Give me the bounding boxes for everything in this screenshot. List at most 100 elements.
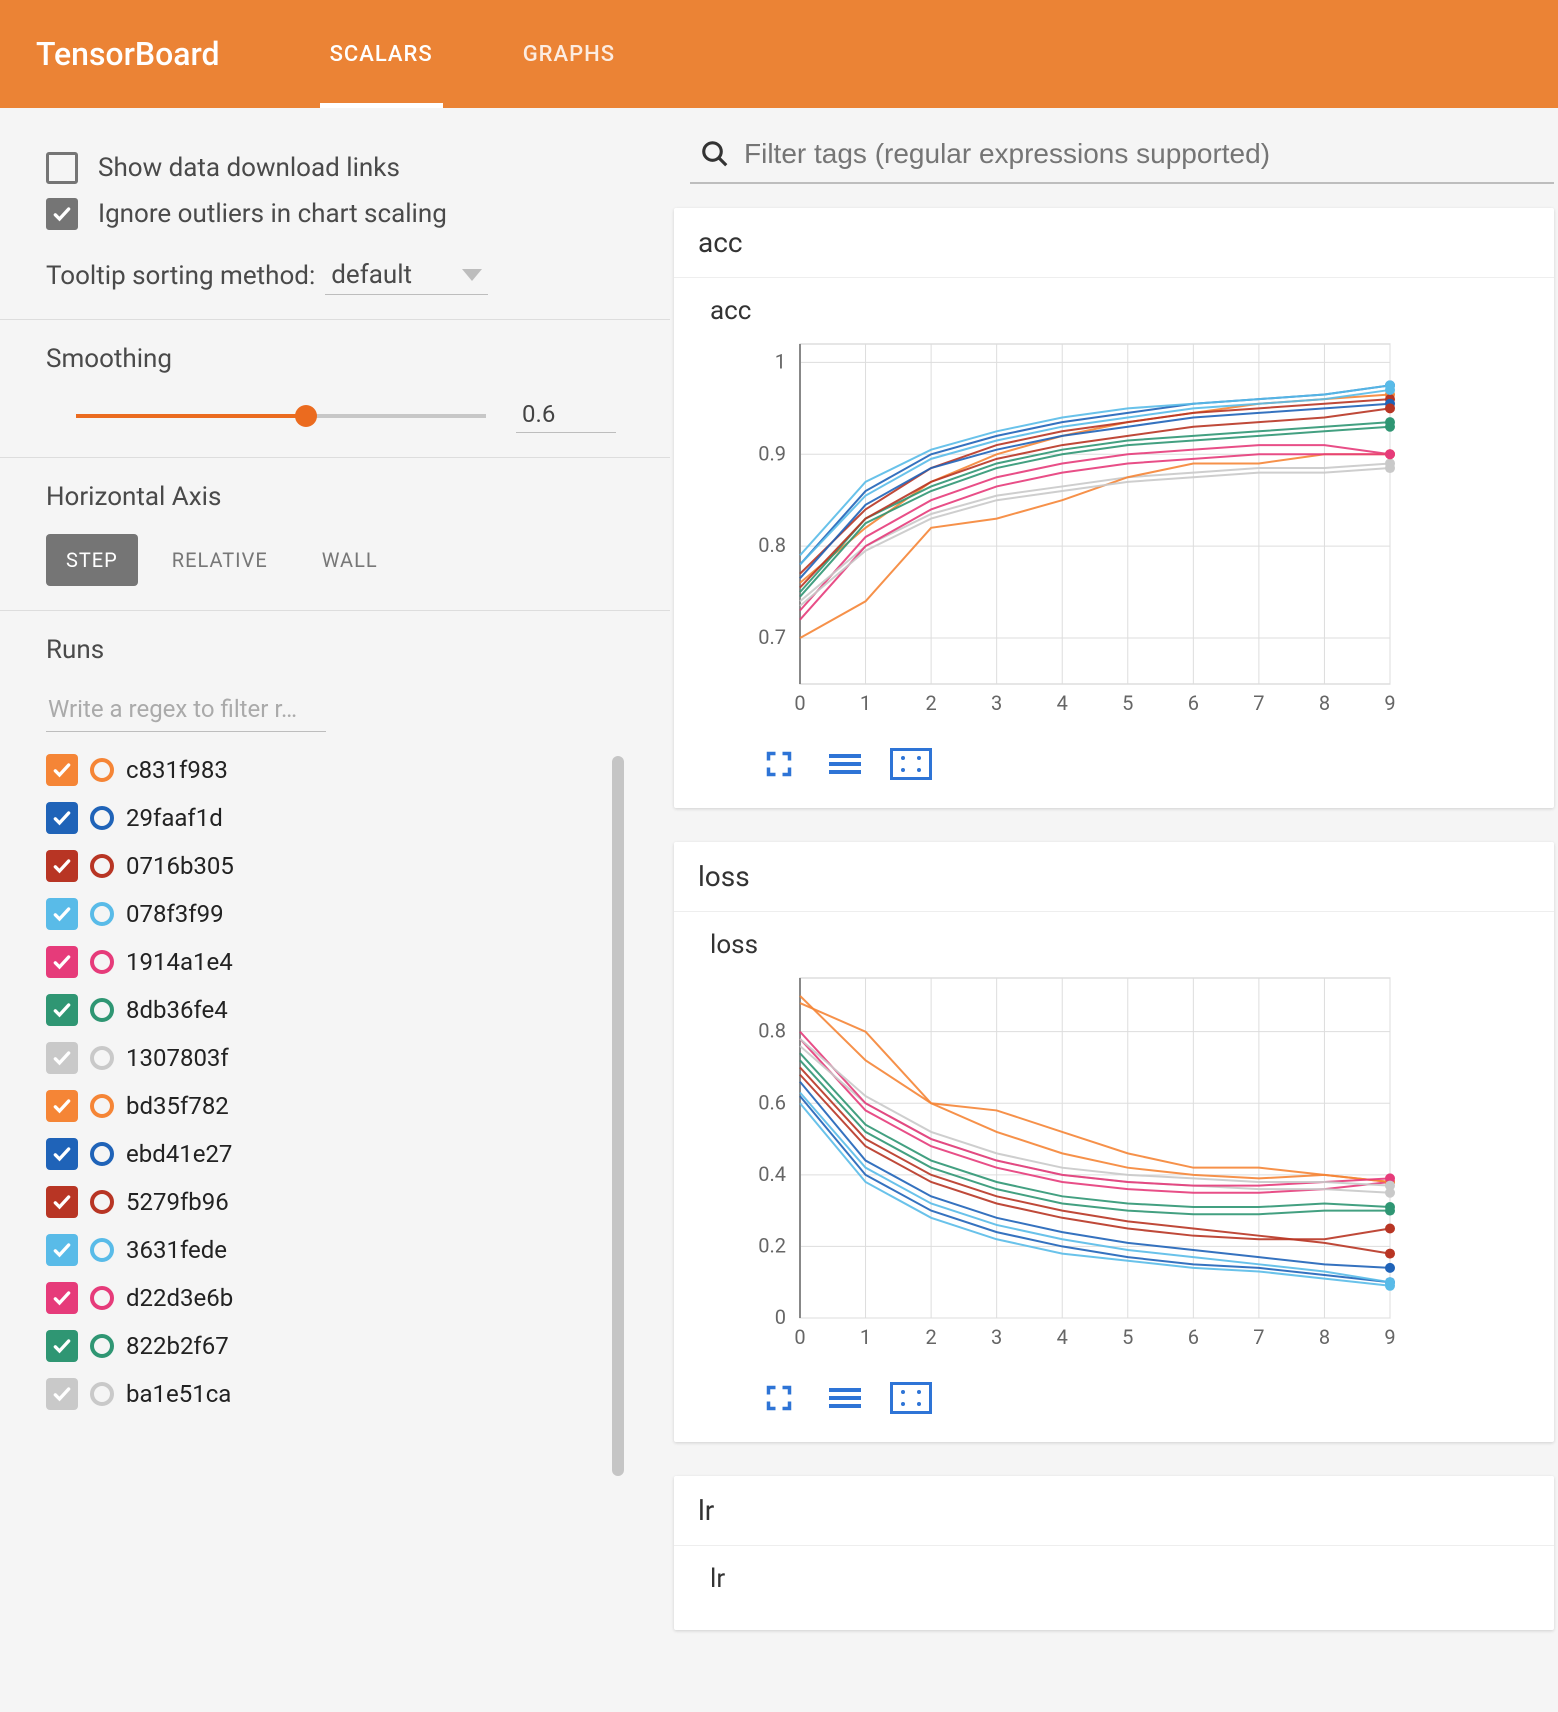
run-checkbox[interactable] [46, 946, 78, 978]
run-name: c831f983 [126, 756, 228, 784]
svg-text:0.6: 0.6 [758, 1090, 786, 1114]
search-icon [700, 139, 730, 169]
run-row: bd35f782 [46, 1082, 600, 1130]
run-color-swatch[interactable] [90, 998, 114, 1022]
run-color-swatch[interactable] [90, 1286, 114, 1310]
run-name: 3631fede [126, 1236, 227, 1264]
run-color-swatch[interactable] [90, 758, 114, 782]
run-color-swatch[interactable] [90, 1094, 114, 1118]
run-checkbox[interactable] [46, 1090, 78, 1122]
fit-domain-icon[interactable] [890, 1382, 932, 1414]
chart-title-loss: loss [710, 930, 1530, 960]
run-name: d22d3e6b [126, 1284, 233, 1312]
svg-text:8: 8 [1319, 1325, 1330, 1349]
run-checkbox[interactable] [46, 1234, 78, 1266]
axis-relative-button[interactable]: RELATIVE [152, 534, 288, 586]
run-checkbox[interactable] [46, 1330, 78, 1362]
run-row: 1914a1e4 [46, 938, 600, 986]
log-scale-icon[interactable] [824, 748, 866, 780]
svg-text:0: 0 [775, 1305, 786, 1329]
run-row: d22d3e6b [46, 1274, 600, 1322]
svg-text:0.7: 0.7 [758, 625, 786, 649]
svg-text:1: 1 [860, 1325, 871, 1349]
run-row: 078f3f99 [46, 890, 600, 938]
run-name: 1307803f [126, 1044, 229, 1072]
show-download-checkbox[interactable] [46, 152, 78, 184]
runs-scrollbar[interactable] [612, 756, 624, 1476]
run-color-swatch[interactable] [90, 1382, 114, 1406]
run-color-swatch[interactable] [90, 854, 114, 878]
svg-text:8: 8 [1319, 691, 1330, 715]
smoothing-slider[interactable] [76, 405, 486, 425]
tag-filter-input[interactable] [744, 138, 1544, 170]
chart-acc[interactable]: 01234567890.70.80.91 [710, 334, 1410, 734]
tag-filter-field[interactable] [690, 132, 1554, 184]
axis-button-group: STEP RELATIVE WALL [46, 534, 624, 586]
chart-loss[interactable]: 012345678900.20.40.60.8 [710, 968, 1410, 1368]
run-checkbox[interactable] [46, 898, 78, 930]
run-checkbox[interactable] [46, 1042, 78, 1074]
runs-filter-input[interactable]: Write a regex to filter r… [46, 687, 326, 732]
run-checkbox[interactable] [46, 802, 78, 834]
run-checkbox[interactable] [46, 1138, 78, 1170]
run-color-swatch[interactable] [90, 806, 114, 830]
app-title: TensorBoard [36, 35, 220, 73]
tooltip-sort-label: Tooltip sorting method: [46, 261, 315, 291]
axis-wall-button[interactable]: WALL [302, 534, 398, 586]
svg-text:5: 5 [1122, 1325, 1133, 1349]
runs-list: c831f983 29faaf1d 0716b305 078f3f99 1914a1e4… [46, 746, 600, 1476]
chart-title-lr: lr [710, 1564, 1530, 1594]
run-row: 5279fb96 [46, 1178, 600, 1226]
svg-text:0: 0 [794, 1325, 805, 1349]
run-name: 29faaf1d [126, 804, 223, 832]
panel-lr: lr lr [674, 1476, 1554, 1630]
run-checkbox[interactable] [46, 1186, 78, 1218]
run-checkbox[interactable] [46, 850, 78, 882]
chart-title-acc: acc [710, 296, 1530, 326]
ignore-outliers-checkbox[interactable] [46, 198, 78, 230]
svg-text:1: 1 [860, 691, 871, 715]
run-name: 078f3f99 [126, 900, 224, 928]
panel-loss: loss loss 012345678900.20.40.60.8 [674, 842, 1554, 1442]
run-row: 0716b305 [46, 842, 600, 890]
run-color-swatch[interactable] [90, 1190, 114, 1214]
tab-graphs[interactable]: GRAPHS [523, 0, 615, 108]
svg-text:3: 3 [991, 1325, 1002, 1349]
run-color-swatch[interactable] [90, 902, 114, 926]
panel-acc: acc acc 01234567890.70.80.91 [674, 208, 1554, 808]
run-row: c831f983 [46, 746, 600, 794]
axis-step-button[interactable]: STEP [46, 534, 138, 586]
run-row: 822b2f67 [46, 1322, 600, 1370]
tooltip-sort-select[interactable]: default [325, 256, 488, 295]
panel-header-acc[interactable]: acc [674, 208, 1554, 278]
run-color-swatch[interactable] [90, 1142, 114, 1166]
run-color-swatch[interactable] [90, 1238, 114, 1262]
run-row: ebd41e27 [46, 1130, 600, 1178]
svg-text:6: 6 [1188, 691, 1199, 715]
run-name: 5279fb96 [126, 1188, 229, 1216]
run-row: ba1e51ca [46, 1370, 600, 1418]
panel-header-loss[interactable]: loss [674, 842, 1554, 912]
panel-header-lr[interactable]: lr [674, 1476, 1554, 1546]
run-checkbox[interactable] [46, 1282, 78, 1314]
tab-scalars[interactable]: SCALARS [330, 0, 433, 108]
app-body: Show data download links Ignore outliers… [0, 108, 1558, 1664]
svg-text:4: 4 [1057, 691, 1068, 715]
svg-text:5: 5 [1122, 691, 1133, 715]
run-color-swatch[interactable] [90, 1334, 114, 1358]
log-scale-icon[interactable] [824, 1382, 866, 1414]
svg-text:0.8: 0.8 [758, 1019, 786, 1043]
slider-thumb[interactable] [295, 405, 317, 427]
svg-text:3: 3 [991, 691, 1002, 715]
top-bar: TensorBoard SCALARS GRAPHS [0, 0, 1558, 108]
svg-text:2: 2 [925, 691, 936, 715]
fullscreen-icon[interactable] [758, 748, 800, 780]
fit-domain-icon[interactable] [890, 748, 932, 780]
run-checkbox[interactable] [46, 1378, 78, 1410]
fullscreen-icon[interactable] [758, 1382, 800, 1414]
smoothing-value-input[interactable]: 0.6 [516, 396, 616, 433]
run-color-swatch[interactable] [90, 950, 114, 974]
run-checkbox[interactable] [46, 994, 78, 1026]
run-checkbox[interactable] [46, 754, 78, 786]
run-color-swatch[interactable] [90, 1046, 114, 1070]
